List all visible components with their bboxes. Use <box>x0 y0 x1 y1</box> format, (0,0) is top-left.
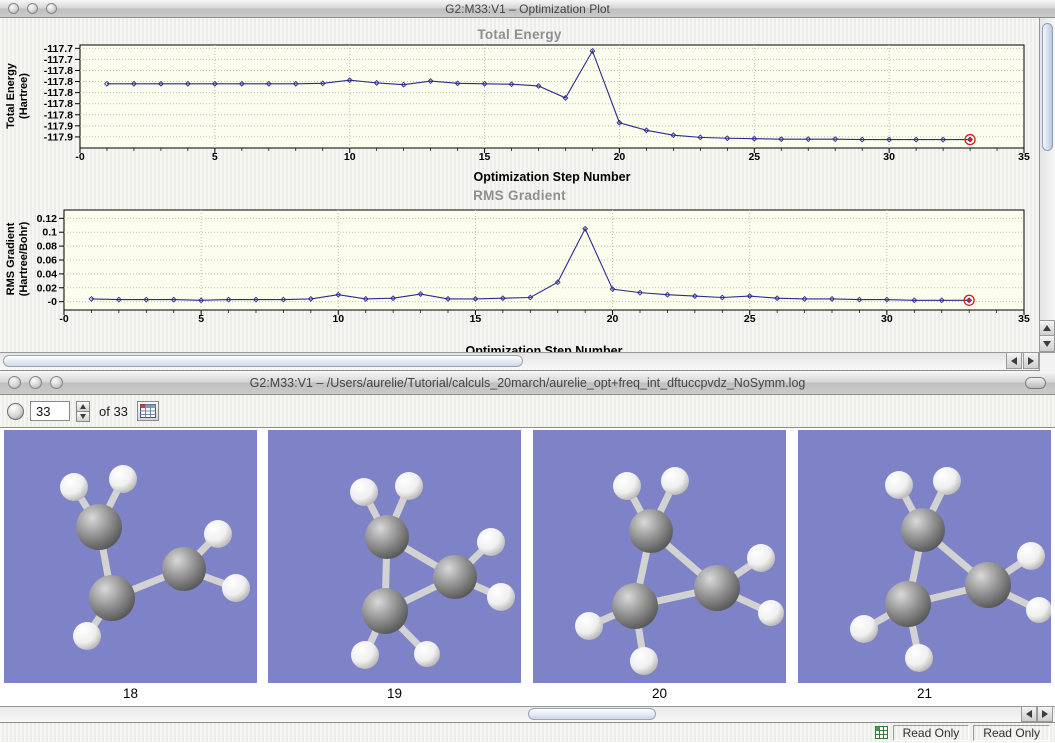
svg-text:25: 25 <box>748 151 760 163</box>
svg-text:35: 35 <box>1018 313 1030 325</box>
toolbar-toggle-button[interactable] <box>1025 377 1046 389</box>
scroll-left-button[interactable] <box>1021 706 1037 722</box>
spreadsheet-icon <box>874 726 888 739</box>
svg-text:15: 15 <box>470 313 482 325</box>
scroll-down-button[interactable] <box>1039 335 1055 352</box>
up-arrow-icon <box>80 403 86 409</box>
svg-text:15: 15 <box>479 151 491 163</box>
frame-indicator-button[interactable] <box>7 402 24 420</box>
molecule-view-frame-19[interactable] <box>268 430 521 683</box>
frame-step-up-button[interactable] <box>76 400 90 412</box>
svg-text:0.06: 0.06 <box>37 255 58 267</box>
frame-step-down-button[interactable] <box>76 411 90 422</box>
plot-window-titlebar[interactable]: G2:M33:V1 – Optimization Plot <box>0 0 1055 18</box>
svg-text:10: 10 <box>344 151 356 163</box>
svg-text:0.08: 0.08 <box>37 241 58 253</box>
status-bar: Read Only Read Only <box>0 722 1055 742</box>
svg-text:0.02: 0.02 <box>37 282 58 294</box>
molecule-view-frame-18[interactable] <box>4 430 257 683</box>
total-energy-chart[interactable]: -0 5 10 15 20 25 30 35-117.7-117.7-117.8-117.8-… <box>8 38 1040 188</box>
frame-number-label: 21 <box>916 686 933 701</box>
up-arrow-icon <box>1043 325 1051 331</box>
molecule-view-frame-21[interactable] <box>798 430 1052 683</box>
down-arrow-icon <box>80 413 86 419</box>
frame-number-label: 18 <box>122 686 139 701</box>
svg-text:30: 30 <box>883 151 895 163</box>
rms-gradient-chart-title: RMS Gradient <box>473 188 566 203</box>
frame-stepper <box>76 400 90 422</box>
svg-text:30: 30 <box>881 313 893 325</box>
window-controls <box>8 376 63 389</box>
minimize-button[interactable] <box>29 376 42 389</box>
svg-text:-0: -0 <box>75 151 84 163</box>
frame-number-label: 19 <box>386 686 403 701</box>
rms-gradient-chart[interactable]: -0 5 10 15 20 25 30 35 0.12 0.1 0.08 0.060.04 0.02 -0… <box>8 204 1040 360</box>
svg-text:10: 10 <box>332 313 344 325</box>
read-only-badge: Read Only <box>973 724 1050 741</box>
vertical-scrollbar-thumb[interactable] <box>1042 23 1053 151</box>
right-arrow-icon <box>1042 710 1048 718</box>
frame-total-label: of 33 <box>99 403 128 419</box>
frame-number-input[interactable] <box>30 401 70 421</box>
svg-text:-117.9: -117.9 <box>44 131 73 143</box>
molecule-viewer-window: G2:M33:V1 – /Users/aurelie/Tutorial/calc… <box>0 371 1055 743</box>
left-arrow-icon <box>1011 356 1017 365</box>
molecule-view-frame-20[interactable] <box>533 430 786 683</box>
svg-text:0.12: 0.12 <box>37 213 58 225</box>
close-button[interactable] <box>8 376 21 389</box>
plot-window-title: G2:M33:V1 – Optimization Plot <box>445 1 610 16</box>
left-arrow-icon <box>1026 710 1032 718</box>
down-arrow-icon <box>1043 340 1051 347</box>
scrollbar-corner <box>1039 352 1055 371</box>
frame-table-icon <box>139 404 156 418</box>
zoom-button[interactable] <box>46 3 57 14</box>
frame-toolbar: of 33 <box>0 395 1055 428</box>
frame-table-button[interactable] <box>136 401 159 421</box>
svg-text:-0: -0 <box>48 296 57 308</box>
svg-text:0.04: 0.04 <box>37 268 58 280</box>
svg-text:-0: -0 <box>59 313 68 325</box>
svg-text:Optimization Step Number: Optimization Step Number <box>474 170 631 184</box>
scroll-left-button[interactable] <box>1006 352 1022 369</box>
svg-text:5: 5 <box>198 313 204 325</box>
svg-text:0.1: 0.1 <box>42 227 57 239</box>
molecule-frames-area: 18 19 20 21 <box>0 428 1055 706</box>
horizontal-scrollbar-thumb[interactable] <box>528 708 656 720</box>
zoom-button[interactable] <box>50 376 63 389</box>
window-controls <box>8 3 57 14</box>
viewer-window-titlebar[interactable]: G2:M33:V1 – /Users/aurelie/Tutorial/calc… <box>0 371 1055 395</box>
plot-content-area: Total Energy Total Energy (Hartree) -0 5 1… <box>0 18 1055 371</box>
scroll-up-button[interactable] <box>1039 320 1055 336</box>
frame-number-label: 20 <box>651 686 668 701</box>
minimize-button[interactable] <box>27 3 38 14</box>
svg-text:5: 5 <box>212 151 218 163</box>
svg-text:35: 35 <box>1018 151 1030 163</box>
scroll-right-button[interactable] <box>1023 352 1039 369</box>
horizontal-scrollbar[interactable] <box>0 352 1039 369</box>
svg-text:20: 20 <box>614 151 626 163</box>
svg-text:25: 25 <box>744 313 756 325</box>
viewer-window-title: G2:M33:V1 – /Users/aurelie/Tutorial/calc… <box>249 375 806 390</box>
horizontal-scrollbar-thumb[interactable] <box>3 355 523 367</box>
frames-horizontal-scrollbar[interactable] <box>0 706 1055 722</box>
vertical-scrollbar[interactable] <box>1039 18 1055 352</box>
scroll-right-button[interactable] <box>1037 706 1053 722</box>
right-arrow-icon <box>1028 356 1034 365</box>
svg-text:20: 20 <box>607 313 619 325</box>
read-only-badge: Read Only <box>892 724 970 741</box>
optimization-plot-window: G2:M33:V1 – Optimization Plot Total Ener… <box>0 0 1055 371</box>
close-button[interactable] <box>8 3 19 14</box>
